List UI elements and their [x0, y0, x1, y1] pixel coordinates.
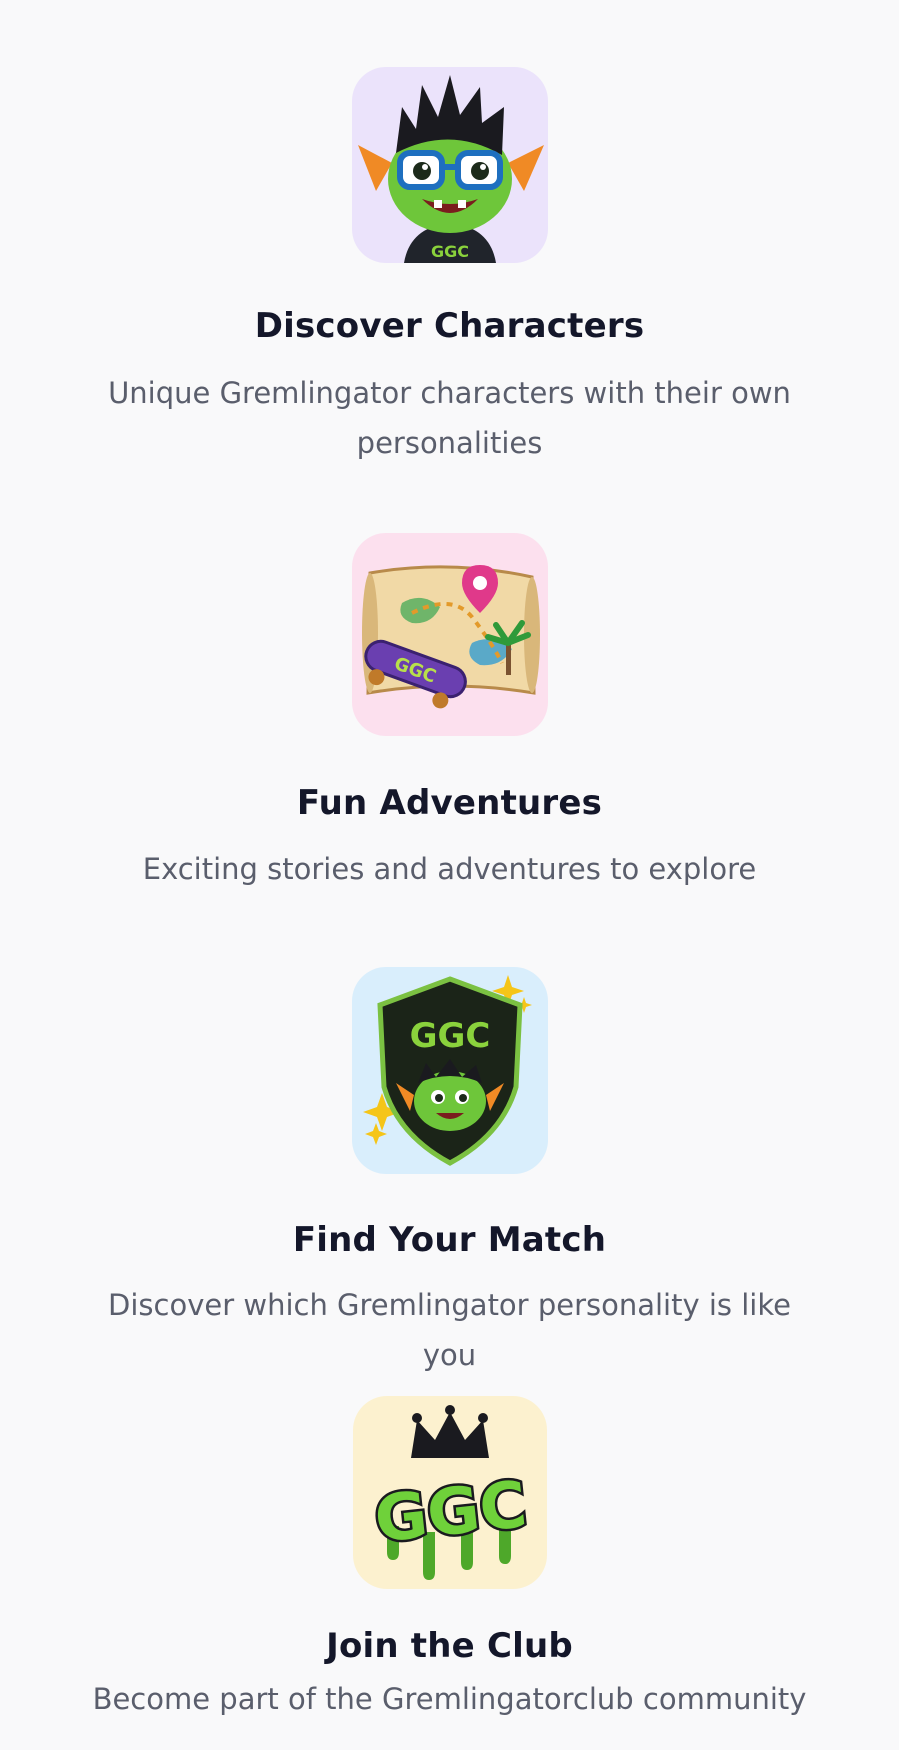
feature-fun-adventures: GGC Fun Adventures Exciting stories and … [0, 533, 899, 894]
crown-logo-icon: GGC [368, 1405, 532, 1580]
feature-find-your-match: GGC Find Your Match Discover which Greml… [0, 967, 899, 1380]
svg-text:GGC: GGC [409, 1016, 490, 1056]
feature-title: Fun Adventures [296, 783, 603, 823]
feature-image-tile: GGC [351, 967, 548, 1174]
svg-text:GGC: GGC [371, 1468, 530, 1557]
feature-image-tile: GGC [351, 533, 548, 736]
treasure-map-icon: GGC [361, 565, 540, 709]
feature-title: Discover Characters [254, 306, 645, 346]
feature-discover-characters: GGC Discover Characters Unique Gremlinga… [0, 67, 899, 468]
feature-title: Join the Club [326, 1626, 573, 1666]
shield-badge-icon: GGC [362, 975, 532, 1166]
svg-text:GGC: GGC [430, 242, 468, 261]
feature-join-the-club: GGC Join the Club Become part of the Gre… [0, 1396, 899, 1724]
feature-title: Find Your Match [292, 1220, 607, 1260]
feature-image-tile: GGC [352, 1396, 547, 1589]
feature-description: Become part of the Gremlingatorclub comm… [92, 1682, 807, 1716]
feature-description: Discover which Gremlingator personality … [108, 1288, 791, 1372]
gremlin-character-icon: GGC [357, 75, 544, 263]
feature-image-tile: GGC [351, 67, 548, 263]
feature-description: Unique Gremlingator characters with thei… [108, 376, 791, 460]
feature-description: Exciting stories and adventures to explo… [142, 852, 757, 886]
